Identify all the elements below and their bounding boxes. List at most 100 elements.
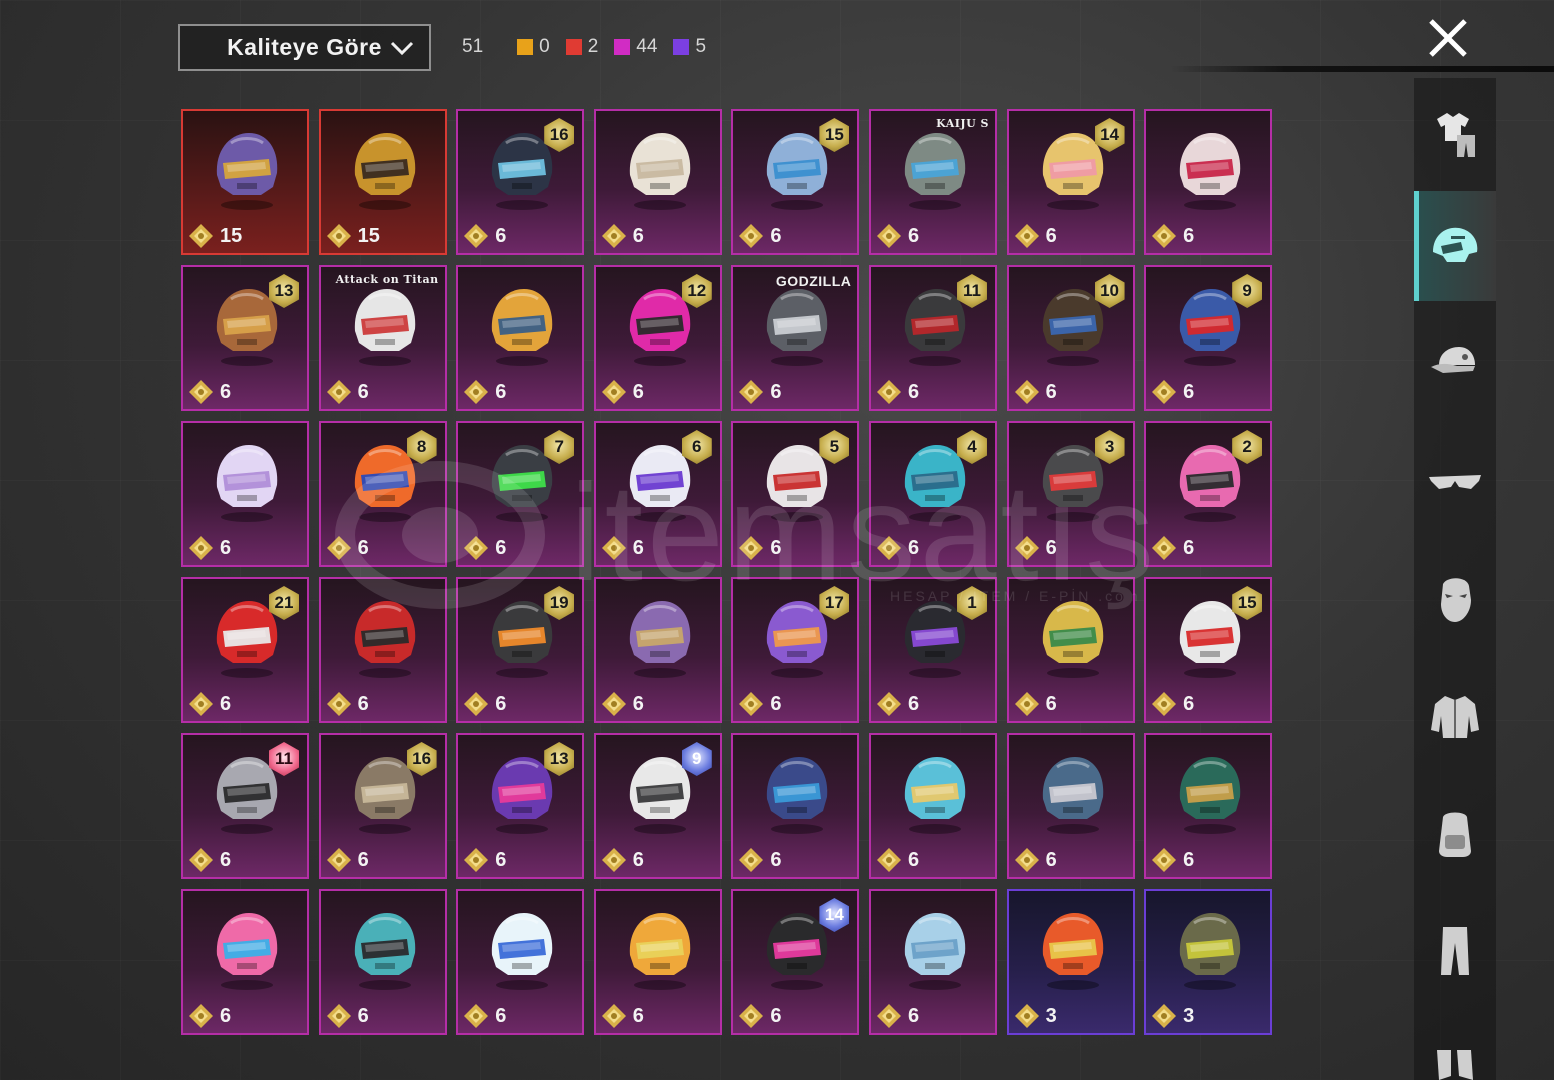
- backpack-icon: [1439, 812, 1471, 857]
- item-tile[interactable]: 13 6: [181, 265, 309, 411]
- item-tile[interactable]: 15: [318, 109, 447, 255]
- item-tile[interactable]: 12 6: [593, 265, 722, 411]
- sidebar-item-helmet[interactable]: [1414, 191, 1496, 301]
- item-tile[interactable]: 96: [1144, 265, 1273, 411]
- item-tile[interactable]: 6: [1006, 577, 1135, 723]
- tile-count: 6: [632, 1004, 644, 1027]
- count-purple: 5: [673, 36, 706, 58]
- item-grid: 15 15 16 6 6 15 6 KAIJU S 6 14 6 6 13 6 Attack on Tita…: [181, 109, 1273, 1035]
- item-tile[interactable]: 16 6: [318, 733, 447, 879]
- item-tile[interactable]: 86: [318, 421, 447, 567]
- item-tile[interactable]: 17 6: [731, 577, 860, 723]
- item-tile[interactable]: 14 6: [731, 889, 860, 1035]
- tile-count: 15: [220, 224, 243, 247]
- item-tile[interactable]: 36: [1006, 421, 1135, 567]
- item-tile[interactable]: 16 6: [456, 109, 585, 255]
- tile-footer: 6: [1014, 847, 1057, 873]
- item-tile[interactable]: KAIJU S 6: [868, 109, 997, 255]
- tile-count: 6: [632, 848, 644, 871]
- material-diamond-icon: [1152, 536, 1177, 560]
- item-tile[interactable]: 26: [1144, 421, 1273, 567]
- item-tile[interactable]: 15 6: [1144, 577, 1273, 723]
- item-tile[interactable]: 6: [1006, 733, 1135, 879]
- helmet-icon: [492, 913, 553, 990]
- material-diamond-icon: [876, 380, 901, 404]
- close-icon[interactable]: [1426, 16, 1470, 60]
- item-tile[interactable]: 6: [731, 733, 860, 879]
- item-tile[interactable]: 66: [593, 421, 722, 567]
- sidebar-item-mask[interactable]: [1414, 543, 1496, 653]
- tile-count: 6: [220, 848, 232, 871]
- sidebar-item-shoes[interactable]: [1414, 1013, 1496, 1080]
- mask-icon: [1441, 578, 1471, 622]
- item-tile[interactable]: 15 6: [731, 109, 860, 255]
- material-diamond-icon: [464, 380, 489, 404]
- material-diamond-icon: [464, 1004, 489, 1028]
- tile-footer: 6: [188, 847, 231, 873]
- tile-footer: 6: [601, 535, 644, 561]
- item-tile[interactable]: 11 6: [868, 265, 997, 411]
- item-tile[interactable]: 10 6: [1006, 265, 1135, 411]
- tile-count: 6: [907, 380, 920, 403]
- tile-footer: 6: [1151, 535, 1194, 561]
- tile-count: 6: [907, 1004, 920, 1027]
- item-tile[interactable]: 6: [593, 109, 722, 255]
- material-diamond-icon: [326, 536, 351, 560]
- swatch-magenta: [614, 39, 631, 55]
- item-tile[interactable]: 11 6: [181, 733, 309, 879]
- material-diamond-icon: [876, 536, 901, 560]
- tile-footer: 6: [1151, 223, 1194, 249]
- item-tile[interactable]: 6: [181, 421, 309, 567]
- material-diamond-icon: [739, 848, 764, 872]
- tile-count: 6: [632, 536, 644, 559]
- material-diamond-icon: [326, 692, 351, 716]
- tile-footer: 6: [463, 379, 506, 405]
- tile-count: 6: [770, 380, 782, 403]
- item-tile[interactable]: 19 6: [456, 577, 585, 723]
- item-tile[interactable]: 3: [1006, 889, 1135, 1035]
- item-tile[interactable]: 3: [1144, 889, 1273, 1035]
- item-tile[interactable]: 6: [1144, 733, 1273, 879]
- item-tile[interactable]: 6: [1144, 109, 1273, 255]
- item-tile[interactable]: 6: [868, 733, 997, 879]
- item-tile[interactable]: 6: [868, 889, 997, 1035]
- item-tile[interactable]: 14 6: [1006, 109, 1135, 255]
- sidebar-item-pants[interactable]: [1414, 896, 1496, 1006]
- tile-count: 6: [495, 536, 507, 559]
- item-tile[interactable]: 96: [593, 733, 722, 879]
- item-tile[interactable]: 6: [318, 889, 447, 1035]
- item-tile[interactable]: Attack on Titan 6: [318, 265, 447, 411]
- helmet-icon: [216, 913, 278, 990]
- tile-footer: 6: [876, 691, 919, 717]
- sidebar-item-jacket[interactable]: [1414, 661, 1496, 771]
- item-tile[interactable]: 6: [593, 577, 722, 723]
- material-diamond-icon: [464, 848, 489, 872]
- item-tile[interactable]: 56: [731, 421, 860, 567]
- item-tile[interactable]: 16: [868, 577, 997, 723]
- item-tile[interactable]: 6: [456, 889, 585, 1035]
- tile-count: 6: [357, 1004, 369, 1027]
- item-tile[interactable]: 46: [868, 421, 997, 567]
- sidebar-item-backpack[interactable]: [1414, 778, 1496, 888]
- item-tile[interactable]: 13 6: [456, 733, 585, 879]
- sort-dropdown[interactable]: Kaliteye Göre: [178, 24, 431, 71]
- material-diamond-icon: [601, 848, 626, 872]
- item-tile[interactable]: GODZILLA 6: [731, 265, 860, 411]
- helmet-icon: [216, 133, 278, 210]
- item-tile[interactable]: 6: [593, 889, 722, 1035]
- item-tile[interactable]: 6: [456, 265, 585, 411]
- tile-footer: 6: [463, 223, 506, 249]
- sidebar-item-outfit[interactable]: [1414, 78, 1496, 188]
- sidebar-item-hat[interactable]: [1414, 308, 1496, 418]
- material-diamond-icon: [739, 380, 764, 404]
- item-tile[interactable]: 21 6: [181, 577, 309, 723]
- item-tile[interactable]: 76: [456, 421, 585, 567]
- tile-count: 6: [907, 224, 920, 247]
- item-tile[interactable]: 6: [318, 577, 447, 723]
- item-tile[interactable]: 6: [181, 889, 309, 1035]
- cap-icon: [1431, 347, 1475, 373]
- sidebar-item-glasses[interactable]: [1414, 426, 1496, 536]
- item-tile[interactable]: 15: [181, 109, 309, 255]
- helmet-icon: [629, 601, 690, 678]
- helmet-icon: [1179, 133, 1241, 210]
